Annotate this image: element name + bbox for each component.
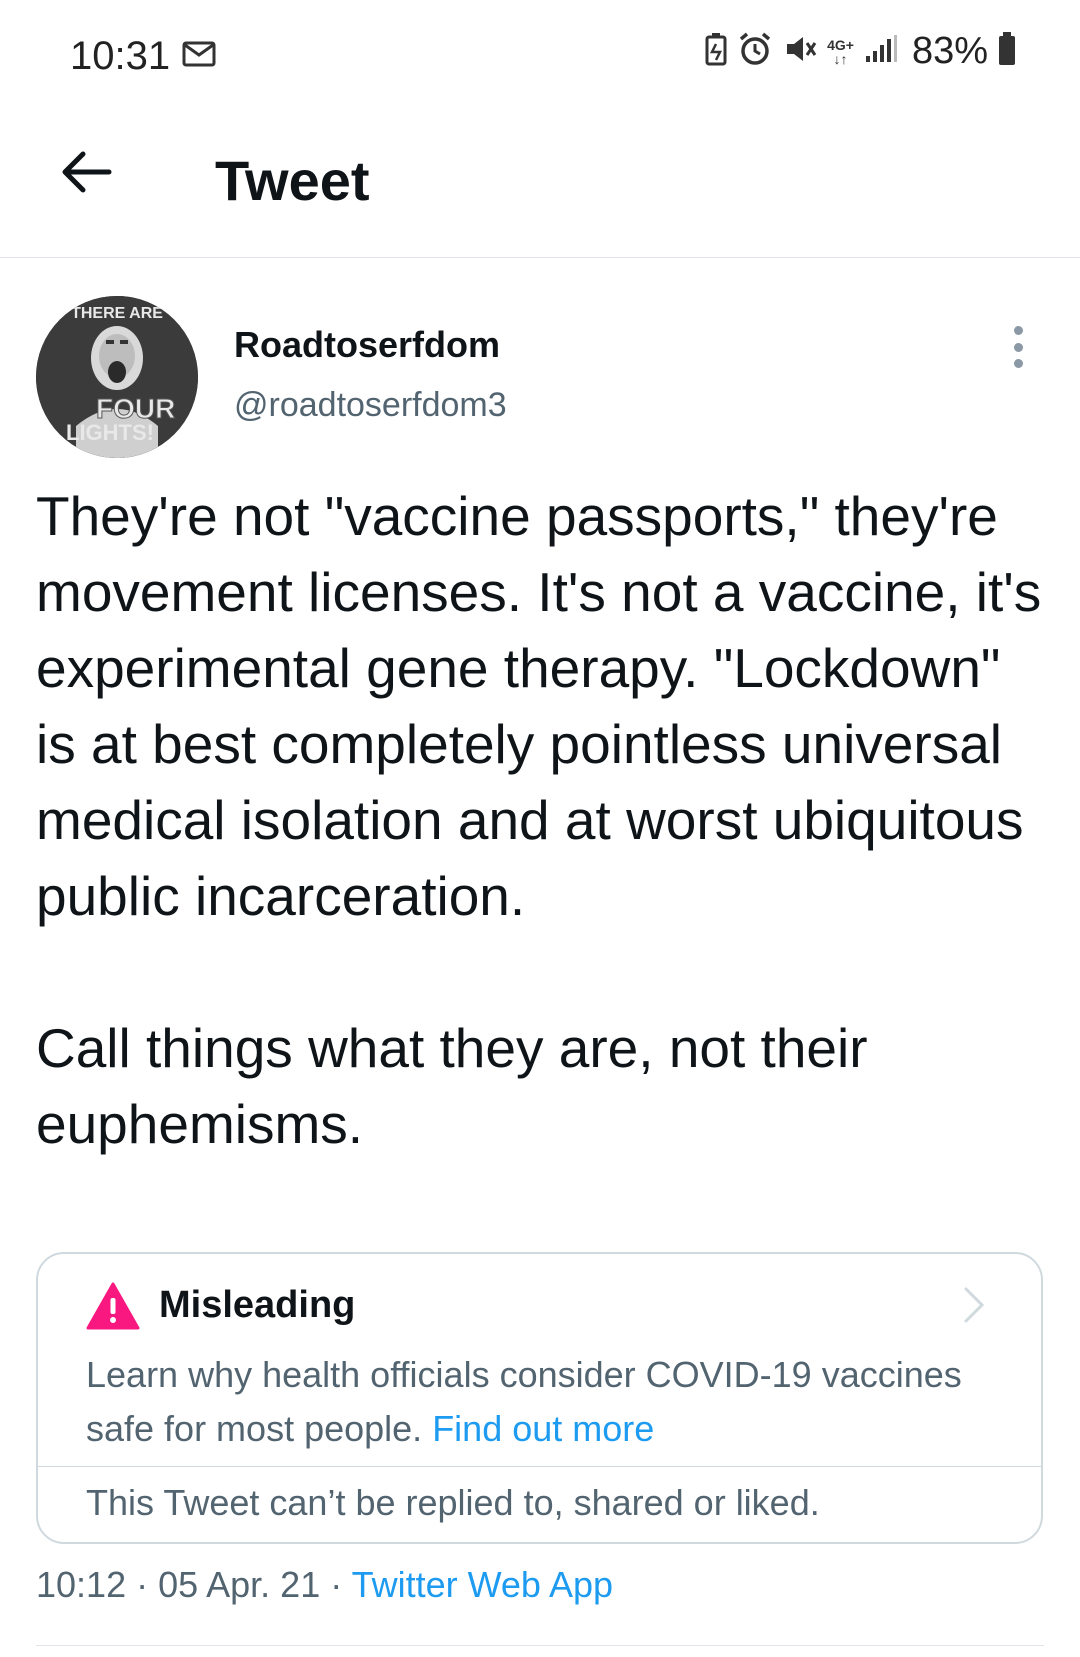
tweet-paragraph: Call things what they are, not their eup… — [36, 1017, 868, 1155]
tweet-text: They're not "vaccine passports," they're… — [36, 478, 1046, 1162]
more-dot-icon — [1013, 326, 1023, 335]
author-name[interactable]: Roadtoserfdom — [234, 324, 500, 366]
label-body: Learn why health officials consider COVI… — [86, 1348, 986, 1456]
misleading-label-card[interactable]: Misleading Learn why health officials co… — [36, 1252, 1043, 1544]
alarm-icon — [737, 31, 773, 72]
tweet-timestamp: 10:12 · 05 Apr. 21 · — [36, 1564, 352, 1605]
more-dot-icon — [1013, 359, 1023, 368]
avatar-text-top: THERE ARE — [71, 305, 163, 322]
page-title: Tweet — [215, 149, 370, 212]
battery-saver-icon — [705, 32, 727, 71]
tweet-source-link[interactable]: Twitter Web App — [352, 1564, 613, 1605]
more-options-button[interactable] — [1003, 322, 1033, 372]
avatar[interactable]: THERE ARE FOUR LIGHTS! — [36, 296, 198, 458]
card-divider — [38, 1466, 1041, 1467]
battery-icon — [998, 32, 1016, 71]
warning-icon — [86, 1282, 140, 1335]
divider — [36, 1645, 1044, 1646]
app-header: Tweet — [0, 110, 1080, 258]
status-time: 10:31 — [70, 34, 171, 78]
author-handle[interactable]: @roadtoserfdom3 — [234, 386, 507, 425]
status-bar: 10:31 4G+ ↓↑ 83% — [0, 0, 1080, 110]
chevron-right-icon — [963, 1286, 985, 1329]
label-title: Misleading — [159, 1284, 356, 1326]
label-footer: This Tweet can’t be replied to, shared o… — [86, 1482, 820, 1523]
network-icon: 4G+ ↓↑ — [827, 36, 854, 67]
avatar-text-lights: LIGHTS! — [66, 420, 154, 445]
tweet-paragraph: They're not "vaccine passports," they're… — [36, 485, 1042, 927]
back-button[interactable] — [56, 144, 116, 204]
find-out-more-link[interactable]: Find out more — [432, 1408, 654, 1449]
mute-icon — [783, 32, 817, 71]
arrow-left-icon — [59, 150, 113, 199]
status-icons: 4G+ ↓↑ 83% — [705, 30, 1016, 73]
battery-percentage: 83% — [911, 30, 988, 72]
signal-icon — [864, 34, 898, 69]
tweet-meta: 10:12 · 05 Apr. 21 · Twitter Web App — [36, 1564, 613, 1606]
more-dot-icon — [1013, 342, 1023, 352]
mail-icon — [182, 40, 216, 75]
network-type: 4G+ — [827, 36, 854, 53]
